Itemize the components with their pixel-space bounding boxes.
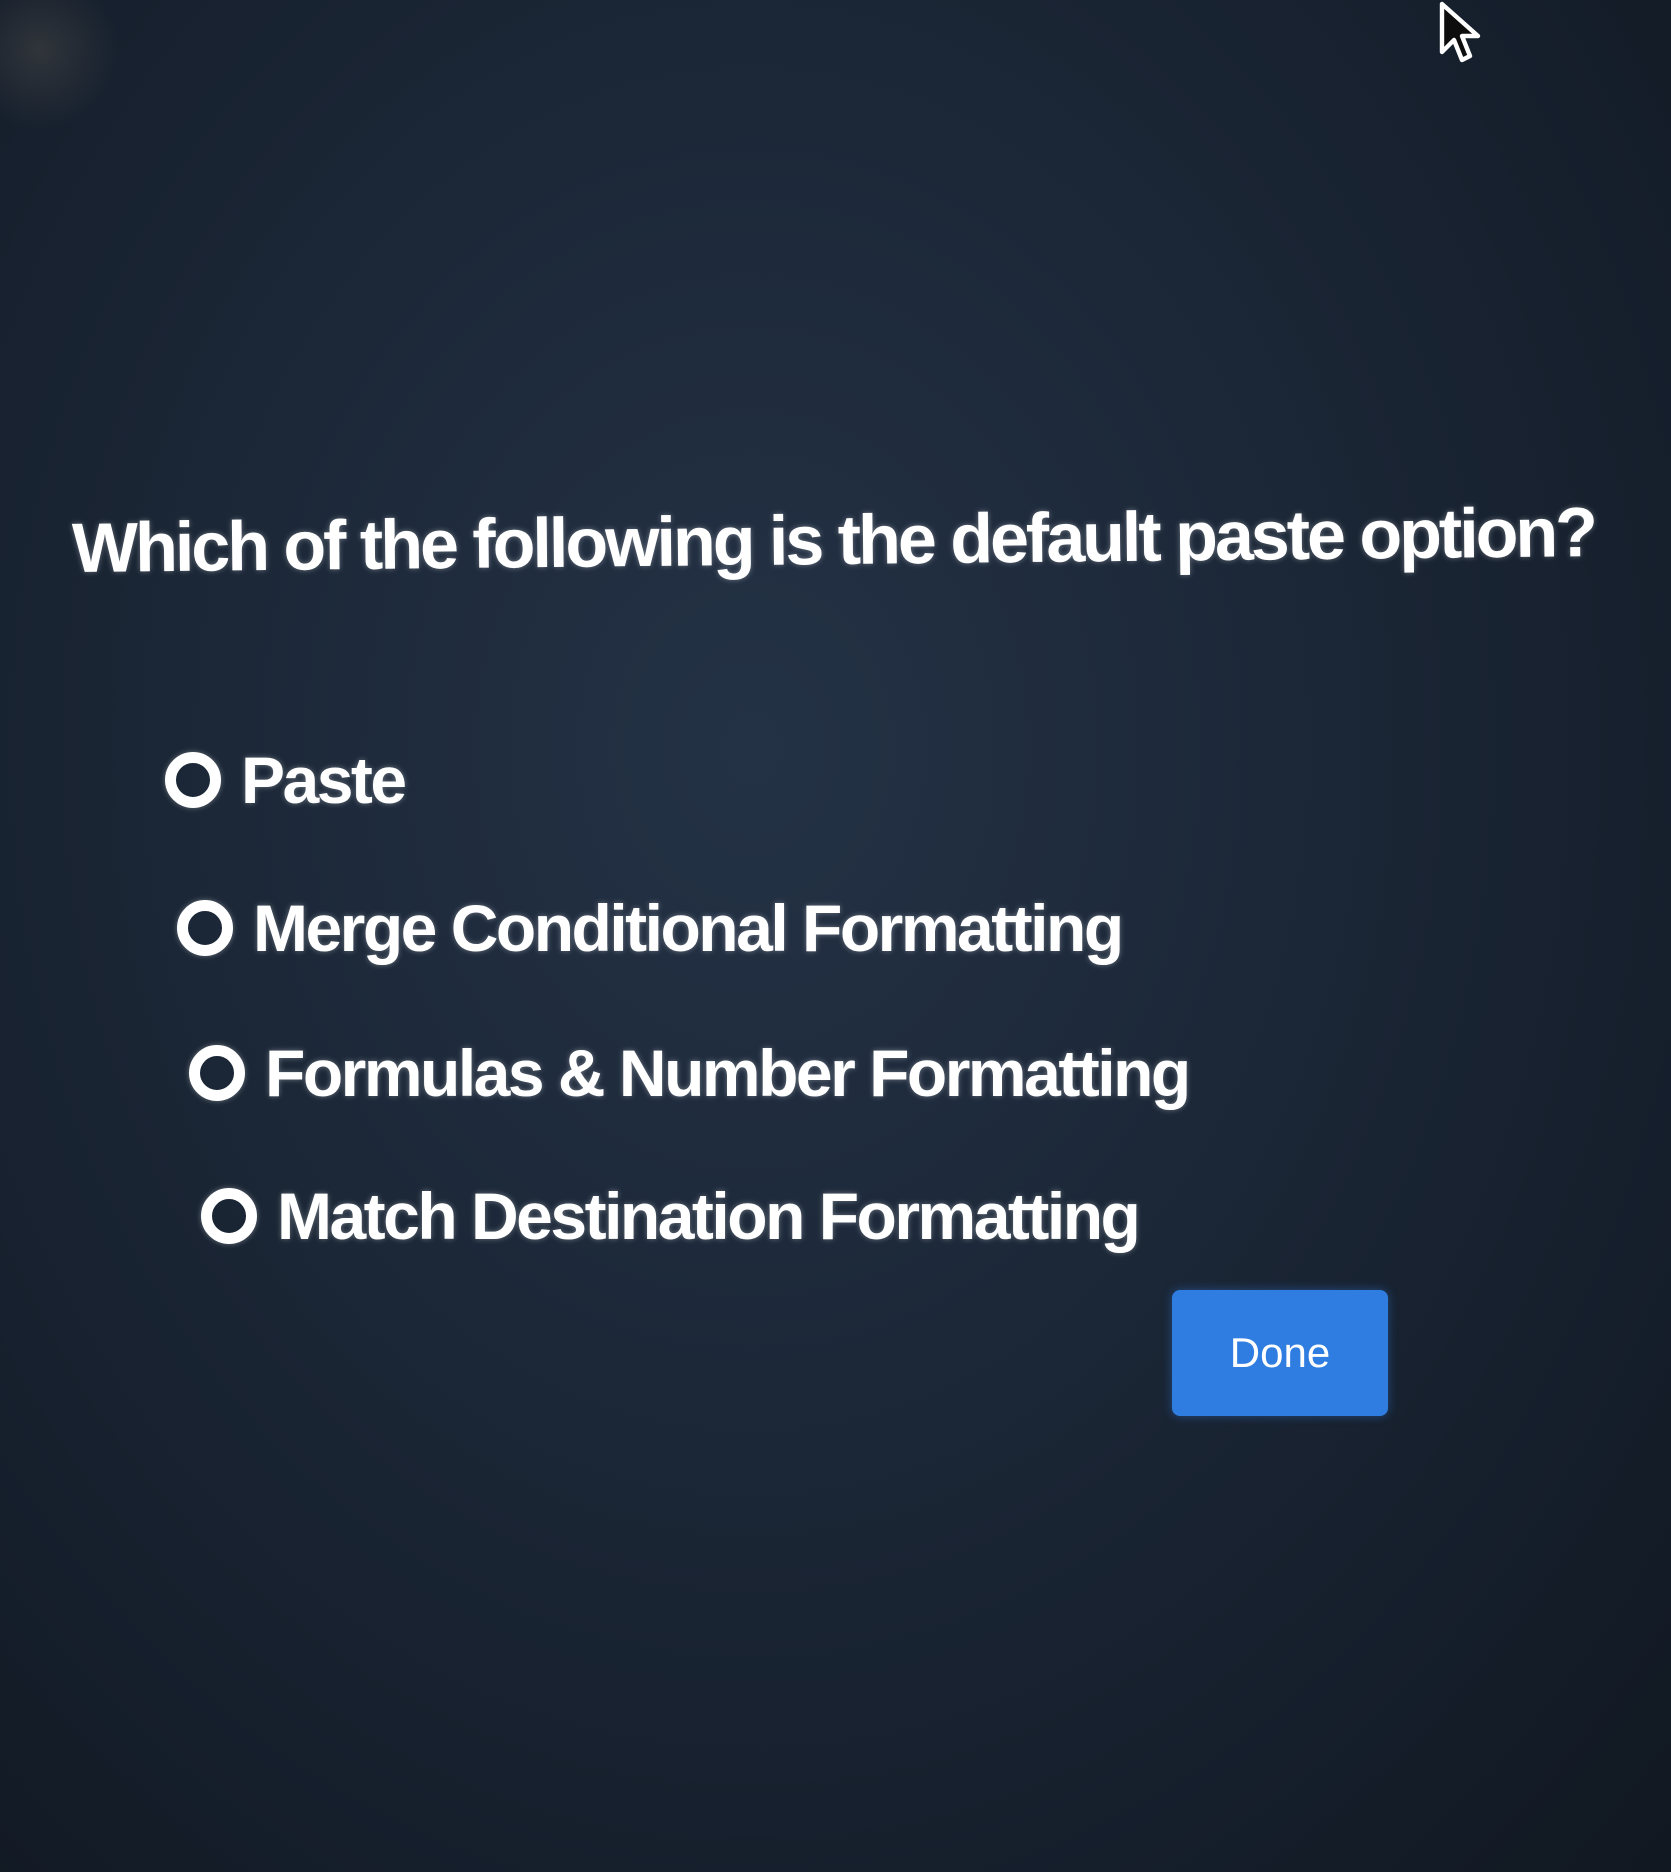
- option-formulas-number-formatting[interactable]: Formulas & Number Formatting: [189, 1035, 1191, 1111]
- quiz-screen: Which of the following is the default pa…: [0, 0, 1671, 1872]
- option-label: Match Destination Formatting: [277, 1179, 1141, 1253]
- radio-button-icon[interactable]: [189, 1045, 245, 1101]
- radio-button-icon[interactable]: [177, 900, 233, 956]
- option-merge-conditional-formatting[interactable]: Merge Conditional Formatting: [177, 890, 1124, 966]
- radio-button-icon[interactable]: [201, 1188, 257, 1244]
- answer-options: Paste Merge Conditional Formatting Formu…: [0, 0, 1671, 1872]
- radio-button-icon[interactable]: [165, 752, 221, 808]
- done-button[interactable]: Done: [1172, 1290, 1388, 1416]
- option-label: Merge Conditional Formatting: [253, 891, 1124, 965]
- option-label: Formulas & Number Formatting: [265, 1036, 1191, 1110]
- option-label: Paste: [241, 743, 407, 817]
- option-paste[interactable]: Paste: [165, 742, 407, 818]
- option-match-destination-formatting[interactable]: Match Destination Formatting: [201, 1178, 1141, 1254]
